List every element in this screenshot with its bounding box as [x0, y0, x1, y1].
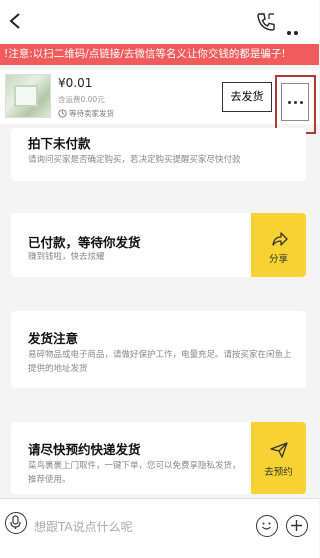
emoji-icon[interactable] — [256, 515, 278, 537]
item-thumbnail[interactable] — [5, 74, 51, 118]
mic-icon — [10, 515, 21, 529]
ship-button[interactable]: 去发货 — [222, 82, 272, 112]
share-icon — [272, 232, 288, 246]
voice-input-icon[interactable] — [5, 512, 27, 534]
clock-icon — [58, 109, 67, 118]
add-attachment-icon[interactable] — [286, 515, 308, 537]
book-courier-button[interactable]: 去预约 — [251, 422, 306, 494]
card-title: 拍下未付款 — [28, 136, 91, 151]
scam-warning-banner: !注意:以扫二维码/点链接/去微信等名义让你交钱的都是骗子! — [0, 44, 319, 65]
send-icon — [270, 442, 288, 458]
card-title: 发货注意 — [28, 331, 79, 346]
order-status: 等待卖家发货 — [58, 108, 114, 119]
book-courier-label: 去预约 — [264, 467, 293, 478]
back-arrow-icon[interactable] — [8, 12, 22, 30]
top-nav-bar — [0, 0, 319, 54]
plus-icon — [291, 520, 302, 531]
card-desc: 请询问买家是否确定购买，若决定购买提醒买家尽快付款 — [28, 155, 241, 165]
shipping-fee: 含运费0.00元 — [58, 95, 105, 104]
order-summary: ¥0.01 含运费0.00元 等待卖家发货 去发货 — [0, 70, 319, 124]
smiley-icon — [262, 522, 271, 530]
phone-call-icon[interactable] — [255, 11, 277, 33]
card-paid: 已付款，等待你发货 赚到钱啦，快去炫耀 分享 — [11, 213, 306, 277]
card-title: 请尽快预约快递发货 — [28, 442, 141, 457]
chat-input-bar: 想跟TA说点什么呢 — [0, 498, 319, 558]
message-input[interactable]: 想跟TA说点什么呢 — [34, 518, 133, 535]
card-book-courier: 请尽快预约快递发货 菜鸟裹裹上门取件，一键下单，您可以免费享隐私发货，推荐使用。… — [11, 422, 306, 494]
card-shipping-notice: 发货注意 易碎物品或电子商品，请做好保护工作，电量充足。请按买家在闲鱼上提供的地… — [11, 311, 306, 388]
card-title: 已付款，等待你发货 — [28, 235, 141, 250]
card-desc: 赚到钱啦，快去炫耀 — [28, 252, 105, 262]
card-desc: 菜鸟裹裹上门取件，一键下单，您可以免费享隐私发货，推荐使用。 — [28, 461, 241, 485]
order-status-text: 等待卖家发货 — [69, 109, 114, 118]
share-label: 分享 — [268, 254, 288, 265]
card-desc: 易碎物品或电子商品，请做好保护工作，电量充足。请按买家在闲鱼上提供的地址发货 — [28, 350, 292, 374]
more-options-icon[interactable] — [287, 20, 305, 54]
share-button[interactable]: 分享 — [251, 213, 306, 277]
card-unpaid: 拍下未付款 请询问买家是否确定购买，若决定购买提醒买家尽快付款 — [11, 128, 306, 181]
item-price: ¥0.01 — [58, 76, 93, 90]
order-more-button[interactable] — [281, 83, 309, 121]
